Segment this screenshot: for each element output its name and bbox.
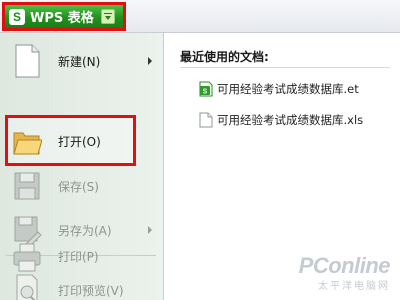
xls-file-icon bbox=[199, 112, 213, 128]
recent-documents-heading: 最近使用的文档: bbox=[180, 50, 269, 64]
menu-label-print-preview: 打印预览(V) bbox=[58, 283, 124, 298]
recent-documents-pane: 最近使用的文档: S 可用经验考试成绩数据库.et 可用经验考试成绩数据库.xl… bbox=[165, 33, 400, 300]
menu-item-open[interactable]: 打开(O) bbox=[0, 116, 164, 166]
title-bar: S WPS 表格 bbox=[0, 0, 400, 33]
new-document-icon bbox=[15, 44, 40, 78]
recent-document-name: 可用经验考试成绩数据库.et bbox=[217, 82, 359, 96]
svg-text:S: S bbox=[203, 89, 208, 96]
watermark-subtitle: 太平洋电脑网 bbox=[318, 281, 390, 292]
dropdown-arrow-icon[interactable] bbox=[100, 9, 115, 24]
recent-document-item[interactable]: 可用经验考试成绩数据库.xls bbox=[199, 111, 363, 129]
menu-label-new: 新建(N) bbox=[58, 54, 101, 69]
file-command-pane: 新建(N) 打开(O) 保存(S) 另存为(A) 打印(P) 打印预览(V) bbox=[0, 33, 164, 300]
submenu-arrow-icon bbox=[148, 57, 152, 65]
watermark: PConline 太平洋电脑网 bbox=[298, 253, 391, 292]
menu-label-open: 打开(O) bbox=[58, 134, 101, 149]
menu-item-print-preview[interactable]: 打印预览(V) bbox=[0, 265, 164, 300]
heading-divider bbox=[180, 67, 390, 68]
menu-label-save: 保存(S) bbox=[58, 179, 99, 194]
open-folder-icon bbox=[13, 132, 42, 155]
save-disk-icon bbox=[14, 172, 40, 200]
menu-label-print: 打印(P) bbox=[58, 249, 99, 264]
recent-document-item[interactable]: S 可用经验考试成绩数据库.et bbox=[199, 80, 359, 98]
et-spreadsheet-icon: S bbox=[199, 81, 213, 97]
wps-menu-button[interactable]: S WPS 表格 bbox=[2, 2, 126, 31]
menu-item-save[interactable]: 保存(S) bbox=[0, 161, 164, 211]
app-title: WPS 表格 bbox=[30, 11, 94, 26]
recent-document-name: 可用经验考试成绩数据库.xls bbox=[217, 113, 364, 127]
print-preview-icon bbox=[16, 274, 38, 300]
watermark-brand: PConline bbox=[298, 253, 391, 278]
menu-item-new[interactable]: 新建(N) bbox=[0, 36, 164, 86]
wps-logo-icon: S bbox=[9, 8, 25, 25]
